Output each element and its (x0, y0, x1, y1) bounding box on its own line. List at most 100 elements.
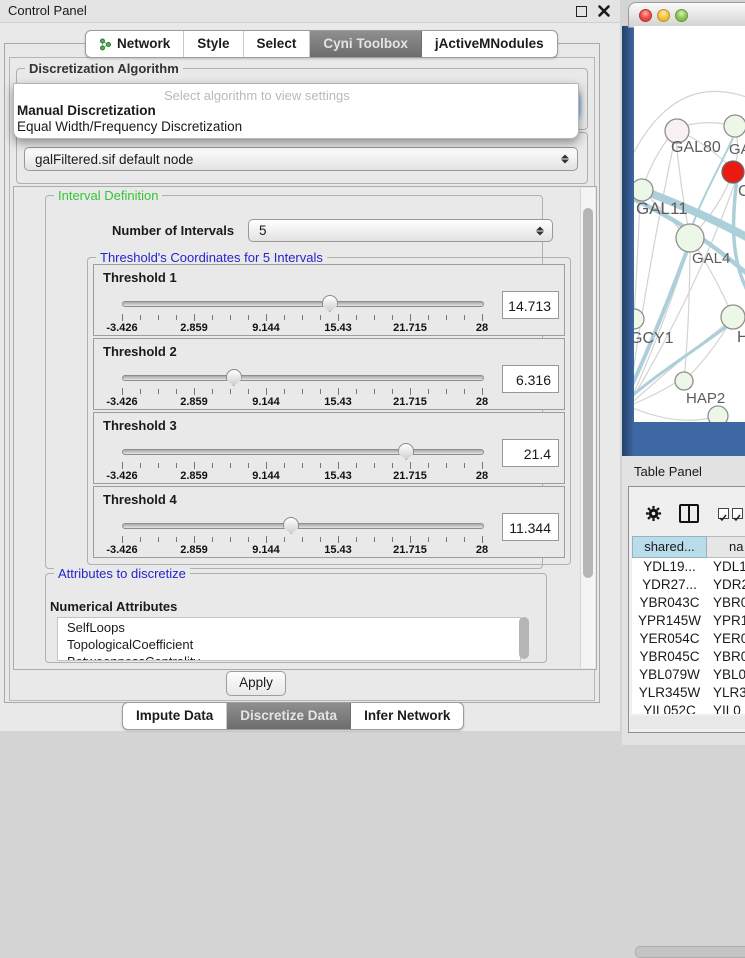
network-icon (99, 38, 112, 51)
group-title: Threshold's Coordinates for 5 Intervals (96, 250, 327, 265)
spinner-arrows-icon (536, 225, 543, 236)
number-of-intervals-select[interactable]: 5 (248, 219, 553, 242)
tab-network[interactable]: Network (86, 31, 184, 57)
split-column-icon[interactable] (679, 504, 699, 523)
network-window-titlebar[interactable] (628, 2, 745, 28)
check-icon (733, 514, 741, 522)
thresholds-group: Threshold's Coordinates for 5 Intervals … (87, 257, 571, 565)
threshold-value-input[interactable]: 11.344 (502, 513, 559, 541)
close-traffic-light[interactable] (639, 9, 652, 22)
node-label-partial-red: C (738, 183, 745, 200)
control-panel-titlebar: Control Panel (0, 0, 620, 23)
node-gal11 (634, 179, 653, 201)
popup-option-equal-width[interactable]: Equal Width/Frequency Discretization (17, 119, 242, 134)
node-label-gal80: GAL80 (671, 139, 721, 156)
float-window-icon[interactable] (576, 6, 587, 17)
table-row[interactable]: YDL19...YDL1 (632, 558, 745, 576)
slider-track[interactable] (122, 375, 484, 381)
numerical-attributes-list[interactable]: SelfLoopsTopologicalCoefficientBetweenne… (57, 617, 521, 661)
slider-thumb[interactable] (226, 369, 242, 386)
threshold-slider[interactable]: -3.4262.8599.14415.4321.71528 (122, 293, 482, 333)
tab-impute-data[interactable]: Impute Data (123, 703, 227, 729)
node-partial-top-right (724, 115, 745, 137)
threshold-slider[interactable]: -3.4262.8599.14415.4321.71528 (122, 367, 482, 407)
settings-scrollpane: Interval Definition Number of Intervals … (13, 186, 597, 670)
slider-ticks (122, 462, 482, 470)
list-item[interactable]: BetweennessCentrality (58, 652, 520, 661)
cyni-bottom-tabbar: Impute Data Discretize Data Infer Networ… (122, 702, 464, 730)
slider-scale-labels: -3.4262.8599.14415.4321.71528 (122, 322, 482, 334)
node-bottom-partial (708, 406, 728, 422)
popup-option-manual-discretization[interactable]: Manual Discretization (17, 103, 156, 118)
node-label-gal11: GAL11 (636, 199, 688, 218)
table-row[interactable]: YBR045CYBR0 (632, 648, 745, 666)
control-panel-tabbar: Network Style Select Cyni Toolbox jActiv… (85, 30, 558, 58)
algorithm-dropdown-popup: Select algorithm to view settings Manual… (13, 83, 579, 139)
checkbox-icon[interactable] (732, 508, 743, 519)
vertical-scrollbar[interactable] (580, 188, 595, 668)
tab-select[interactable]: Select (244, 31, 311, 57)
threshold-slider[interactable]: -3.4262.8599.14415.4321.71528 (122, 441, 482, 481)
scrollbar-thumb[interactable] (635, 946, 745, 958)
node-label-partial-top-right: GA (729, 141, 745, 158)
threshold-value-input[interactable]: 6.316 (502, 365, 559, 393)
network-canvas[interactable]: GAL80 GA C GAL11 GAL4 GCY1 H HAP2 (634, 26, 745, 422)
column-header-shared-name[interactable]: shared... (632, 536, 707, 558)
zoom-traffic-light[interactable] (675, 9, 688, 22)
list-scrollbar[interactable] (519, 617, 529, 659)
close-icon[interactable] (597, 4, 611, 18)
tab-discretize-data[interactable]: Discretize Data (227, 703, 351, 729)
table-body: YDL19...YDL1YDR27...YDR2YBR043CYBR0YPR14… (632, 558, 745, 714)
slider-track[interactable] (122, 301, 484, 307)
column-header-name[interactable]: na (707, 536, 745, 558)
number-of-intervals-label: Number of Intervals (112, 223, 234, 238)
slider-scale-labels: -3.4262.8599.14415.4321.71528 (122, 544, 482, 556)
table-data-select[interactable]: galFiltered.sif default node (24, 147, 578, 171)
table-row[interactable]: YBR043CYBR0 (632, 594, 745, 612)
minimize-traffic-light[interactable] (657, 9, 670, 22)
table-panel-window: Table Panel shared... na YDL19...YDL1YDR… (622, 456, 745, 745)
slider-scale-labels: -3.4262.8599.14415.4321.71528 (122, 470, 482, 482)
group-title: Attributes to discretize (54, 566, 190, 581)
gear-icon[interactable] (645, 505, 662, 522)
slider-thumb[interactable] (322, 295, 338, 312)
table-row[interactable]: YBL079WYBL0 (632, 666, 745, 684)
popup-placeholder: Select algorithm to view settings (164, 88, 350, 103)
table-row[interactable]: YLR345WYLR3 (632, 684, 745, 702)
slider-thumb[interactable] (283, 517, 299, 534)
slider-thumb[interactable] (398, 443, 414, 460)
table-row[interactable]: YDR27...YDR2 (632, 576, 745, 594)
slider-track[interactable] (122, 449, 484, 455)
list-item[interactable]: SelfLoops (58, 618, 520, 635)
threshold-value-input[interactable]: 14.713 (502, 291, 559, 319)
tab-cyni-toolbox[interactable]: Cyni Toolbox (310, 31, 422, 57)
tab-style[interactable]: Style (184, 31, 243, 57)
slider-ticks (122, 314, 482, 322)
node-partial-mid-right (721, 305, 745, 329)
threshold-slider[interactable]: -3.4262.8599.14415.4321.71528 (122, 515, 482, 555)
group-title: Interval Definition (54, 188, 162, 203)
node-label-partial-mid-right: H (737, 329, 745, 346)
tab-label: Network (117, 32, 170, 56)
table-row[interactable]: YPR145WYPR1 (632, 612, 745, 630)
tab-infer-network[interactable]: Infer Network (351, 703, 463, 729)
tab-jactivemnodules[interactable]: jActiveMNodules (422, 31, 557, 57)
table-row[interactable]: YER054CYER0 (632, 630, 745, 648)
check-icon (719, 514, 727, 522)
list-item[interactable]: TopologicalCoefficient (58, 635, 520, 652)
table-panel-title: Table Panel (634, 464, 702, 479)
table-data-selected-value: galFiltered.sif default node (35, 152, 193, 167)
horizontal-scrollbar[interactable] (630, 716, 745, 729)
checkbox-icon[interactable] (718, 508, 729, 519)
slider-track[interactable] (122, 523, 484, 529)
threshold-panel: Threshold 1 -3.4262.8599.14415.4321.7152… (93, 264, 565, 336)
node-gal4 (676, 224, 704, 252)
apply-button[interactable]: Apply (226, 671, 286, 696)
node-red (722, 161, 744, 183)
scrollbar-thumb[interactable] (583, 208, 593, 578)
node-label-gcy1: GCY1 (634, 330, 674, 347)
table-row[interactable]: YIL052CYIL0 (632, 702, 745, 714)
threshold-value-input[interactable]: 21.4 (502, 439, 559, 467)
threshold-panel: Threshold 3 -3.4262.8599.14415.4321.7152… (93, 412, 565, 484)
slider-ticks (122, 536, 482, 544)
